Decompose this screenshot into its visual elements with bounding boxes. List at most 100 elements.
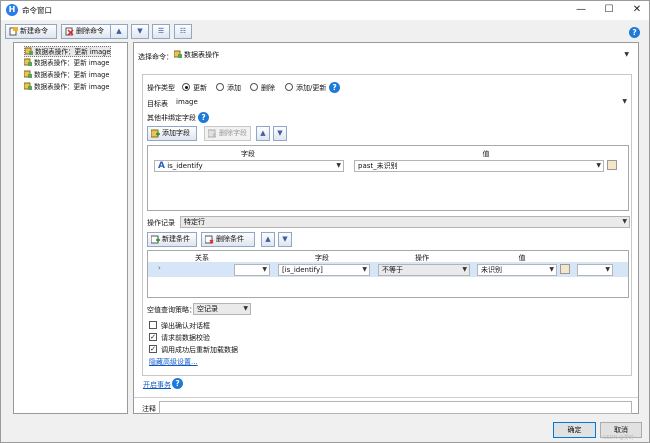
select-command-combo[interactable]: 数据表操作 ▼ <box>171 50 631 62</box>
add-field-label: 添加字段 <box>162 129 190 137</box>
ok-button[interactable]: 确定 <box>553 422 596 438</box>
app-icon: H <box>6 4 18 16</box>
delete-command-button[interactable]: 删除命令 <box>61 24 113 39</box>
radio-update-label: 更新 <box>193 84 207 92</box>
select-command-label: 选择命令： <box>138 53 173 61</box>
cond-value-combo[interactable]: 未识别 ▼ <box>477 264 557 276</box>
watermark: CSDN @雾时 <box>603 435 634 441</box>
arrow-up-icon: ▲ <box>265 235 271 243</box>
toolbar: 新建命令 删除命令 ▲ ▼ ☰ ☷ ? <box>1 20 649 42</box>
window-title: 命令窗口 <box>22 6 52 15</box>
help-icon[interactable]: ? <box>198 112 209 123</box>
maximize-button[interactable]: ☐ <box>595 2 623 18</box>
indent-button[interactable]: ☰ <box>152 24 170 39</box>
dropdown-arrow-icon: ▼ <box>362 266 367 273</box>
add-field-button[interactable]: 添加字段 <box>147 126 197 141</box>
other-fields-label: 其他非绑定字段 <box>147 114 196 122</box>
confirm-dialog-checkbox[interactable] <box>149 321 157 329</box>
condition-down-button[interactable]: ▼ <box>278 232 292 247</box>
delete-icon <box>205 235 214 244</box>
op-record-combo[interactable]: 特定行 ▼ <box>180 216 630 228</box>
add-icon <box>151 235 160 244</box>
delete-field-button[interactable]: 删除字段 <box>204 126 251 141</box>
note-input[interactable] <box>159 401 632 414</box>
minimize-button[interactable]: — <box>567 2 595 18</box>
radio-add[interactable] <box>216 83 224 91</box>
radio-delete[interactable] <box>250 83 258 91</box>
cond-value-value: 未识别 <box>481 266 502 274</box>
help-icon[interactable]: ? <box>172 378 183 389</box>
list-button[interactable]: ☷ <box>174 24 192 39</box>
radio-update[interactable] <box>182 83 190 91</box>
validate-checkbox[interactable]: ✓ <box>149 333 157 341</box>
extra-combo[interactable]: ▼ <box>577 264 613 276</box>
help-icon[interactable]: ? <box>329 82 340 93</box>
table-op-icon <box>24 82 32 90</box>
arrow-up-icon: ▲ <box>116 27 122 35</box>
dropdown-arrow-icon: ▼ <box>622 98 627 105</box>
dropdown-arrow-icon: ▼ <box>262 266 267 273</box>
tree-item[interactable]: 数据表操作：更新 image <box>24 46 112 57</box>
table-row[interactable]: › ▼ [is_identify] ▼ 不等于 ▼ 未识别 ▼ ▼ <box>148 262 628 277</box>
cond-field-combo[interactable]: [is_identify] ▼ <box>278 264 370 276</box>
close-button[interactable]: ✕ <box>623 2 650 18</box>
command-window: H 命令窗口 — ☐ ✕ 新建命令 删除命令 ▲ ▼ ☰ ☷ ? 数据表操作：更… <box>0 0 650 443</box>
table-op-icon <box>25 47 33 55</box>
delete-condition-button[interactable]: 删除条件 <box>201 232 255 247</box>
dropdown-arrow-icon: ▼ <box>596 162 601 169</box>
reload-checkbox[interactable]: ✓ <box>149 345 157 353</box>
dropdown-arrow-icon: ▼ <box>462 266 467 273</box>
new-command-button[interactable]: 新建命令 <box>5 24 57 39</box>
table-op-icon <box>24 58 32 66</box>
move-down-button[interactable]: ▼ <box>131 24 149 39</box>
empty-strategy-combo[interactable]: 空记录 ▼ <box>193 303 251 315</box>
new-condition-button[interactable]: 新建条件 <box>147 232 197 247</box>
relation-combo[interactable]: ▼ <box>234 264 270 276</box>
delete-command-label: 删除命令 <box>76 27 104 35</box>
value-combo[interactable]: past_未识别 ▼ <box>354 160 604 172</box>
tree-item[interactable]: 数据表操作：更新 image <box>24 70 109 81</box>
tree-item-label: 数据表操作：更新 image <box>35 48 111 56</box>
reload-label: 调用成功后重新加载数据 <box>161 346 238 354</box>
dropdown-arrow-icon: ▼ <box>624 51 629 58</box>
condition-up-button[interactable]: ▲ <box>261 232 275 247</box>
expression-editor-icon[interactable] <box>607 160 617 170</box>
radio-add-update-label: 添加/更新 <box>296 84 327 92</box>
help-icon[interactable]: ? <box>629 27 640 38</box>
field-up-button[interactable]: ▲ <box>256 126 270 141</box>
arrow-down-icon: ▼ <box>277 129 283 137</box>
arrow-up-icon: ▲ <box>260 129 266 137</box>
note-label: 注释 <box>142 405 156 413</box>
open-transaction-link[interactable]: 开启事务 <box>143 380 171 390</box>
delete-icon <box>208 129 217 138</box>
field-value: is_identify <box>167 162 203 170</box>
move-up-button[interactable]: ▲ <box>110 24 128 39</box>
column-header-value: 值 <box>482 150 490 158</box>
delete-condition-label: 删除条件 <box>216 235 244 243</box>
arrow-down-icon: ▼ <box>137 27 143 35</box>
hide-advanced-link[interactable]: 隐藏高级设置... <box>149 357 198 367</box>
tree-item-label: 数据表操作：更新 image <box>34 59 110 67</box>
settings-group: 操作类型 更新 添加 删除 添加/更新 ? 目标表 image ▼ 其他非绑定字… <box>142 74 632 376</box>
field-combo[interactable]: A is_identify ▼ <box>154 160 344 172</box>
field-down-button[interactable]: ▼ <box>273 126 287 141</box>
new-icon <box>9 27 18 36</box>
target-table-combo[interactable]: image ▼ <box>173 97 629 109</box>
cond-op-combo[interactable]: 不等于 ▼ <box>378 264 470 276</box>
command-detail-panel: 选择命令： 数据表操作 ▼ 操作类型 更新 添加 删除 添加/更新 ? 目标表 … <box>133 42 639 414</box>
arrow-down-icon: ▼ <box>282 235 288 243</box>
tree-item[interactable]: 数据表操作：更新 image <box>24 82 109 93</box>
dropdown-arrow-icon: ▼ <box>243 305 248 312</box>
delete-field-label: 删除字段 <box>219 129 247 137</box>
tree-item[interactable]: 数据表操作：更新 image <box>24 58 109 69</box>
fields-grid: 字段 值 A is_identify ▼ past_未识别 ▼ <box>147 145 629 211</box>
dropdown-arrow-icon: ▼ <box>605 266 610 273</box>
radio-delete-label: 删除 <box>261 84 275 92</box>
expression-editor-icon[interactable] <box>560 264 570 274</box>
table-op-icon <box>174 50 182 58</box>
conditions-grid: 关系 字段 操作 值 › ▼ [is_identify] ▼ 不等于 ▼ 未识别 ▼ … <box>147 250 629 298</box>
cond-op-value: 不等于 <box>382 266 403 274</box>
radio-add-update[interactable] <box>285 83 293 91</box>
validate-label: 请求前数据校验 <box>161 334 210 342</box>
op-record-value: 特定行 <box>184 218 205 226</box>
